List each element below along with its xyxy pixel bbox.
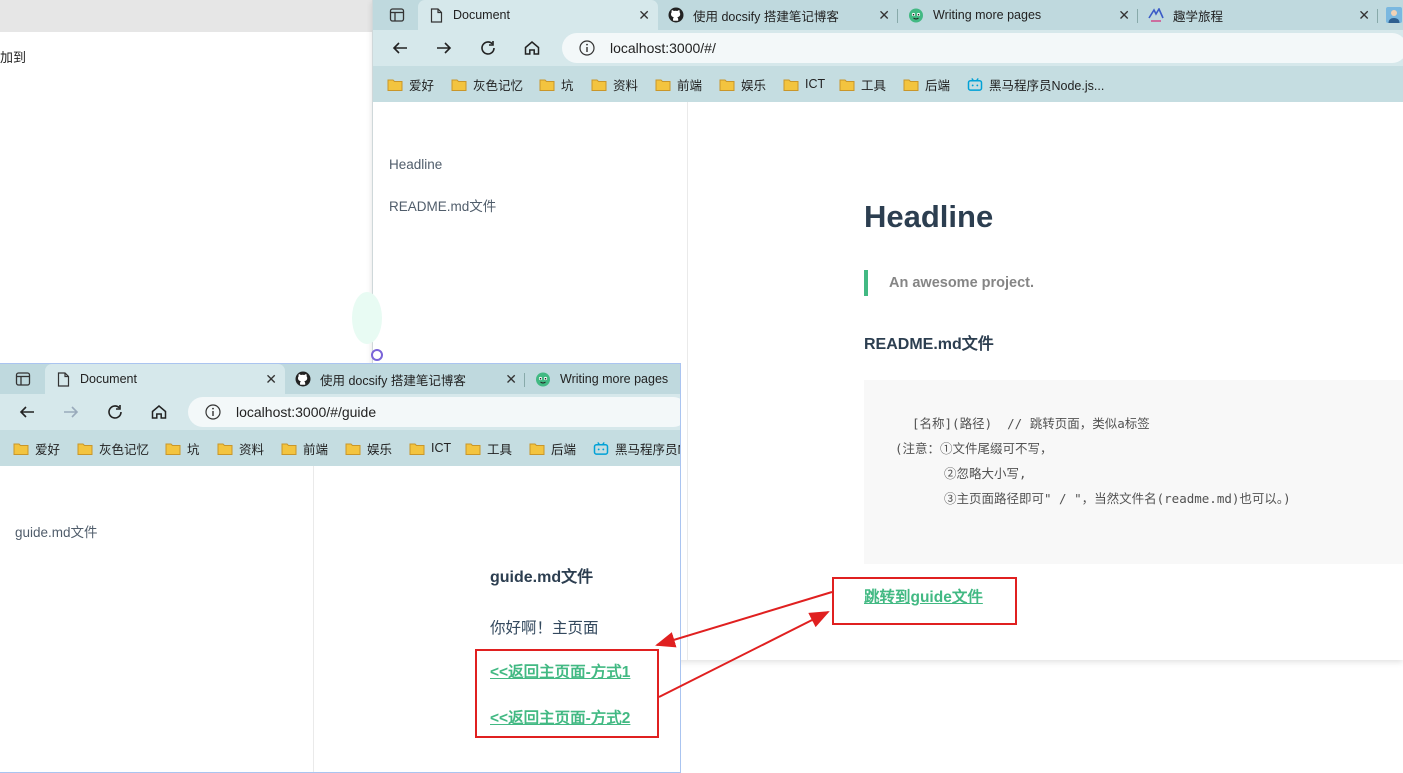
arrow-to-guide <box>655 591 833 648</box>
annotation-arrows <box>655 591 833 698</box>
arrow-to-home <box>658 611 830 698</box>
